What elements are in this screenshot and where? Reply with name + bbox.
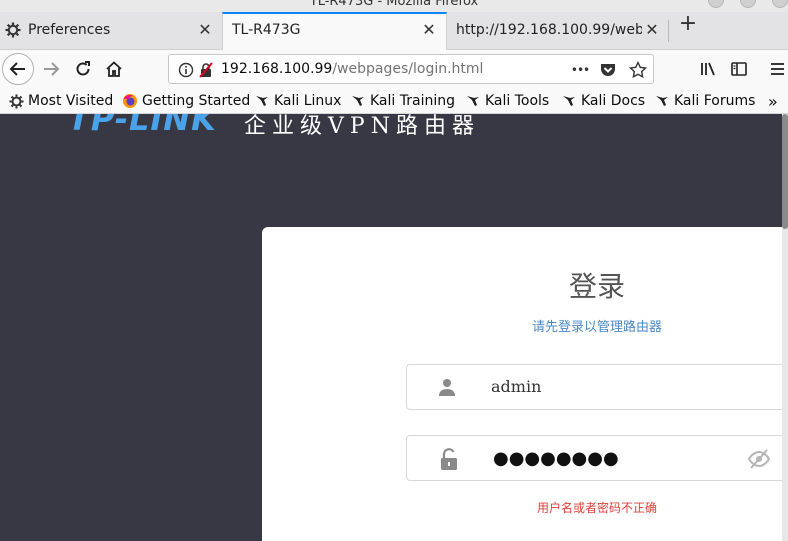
info-icon[interactable] (177, 61, 195, 79)
tab-webpages-url[interactable]: http://192.168.100.99/webp ✕ (447, 12, 669, 50)
window-titlebar: TL-R473G - Mozilla Firefox (0, 0, 788, 12)
bookmark-label: Getting Started (142, 93, 251, 109)
sidebar-icon (731, 62, 747, 76)
page-scrollbar[interactable] (782, 114, 788, 541)
page-actions-button[interactable]: ••• (571, 61, 590, 79)
gear-icon (5, 22, 23, 40)
login-subtitle: 请先登录以管理路由器 (531, 320, 662, 335)
back-button[interactable] (2, 53, 34, 85)
unlock-icon (440, 448, 460, 470)
forward-button[interactable] (36, 54, 66, 84)
menu-button[interactable] (762, 54, 788, 84)
kali-dragon-icon (465, 93, 481, 109)
bookmark-label: Kali Training (370, 93, 455, 109)
close-tab-icon[interactable]: ✕ (420, 21, 438, 39)
home-icon (106, 61, 122, 77)
bookmark-getting-started[interactable]: Getting Started (122, 91, 250, 111)
url-text[interactable]: 192.168.100.99/webpages/login.html (221, 61, 483, 77)
home-button[interactable] (99, 54, 129, 84)
sidebar-button[interactable] (724, 54, 754, 84)
brand-subtitle: 企业级VPN路由器 (244, 114, 480, 139)
url-bar[interactable]: 192.168.100.99/webpages/login.html ••• (168, 54, 654, 84)
tab-label: http://192.168.100.99/webp (456, 22, 642, 38)
tab-tl-r473g[interactable]: TL-R473G ✕ (222, 12, 447, 51)
bookmark-star-icon[interactable] (629, 61, 647, 79)
bookmark-kali-forums[interactable]: Kali Forums (654, 91, 755, 111)
reload-button[interactable] (68, 54, 98, 84)
bookmark-label: Kali Linux (274, 93, 342, 109)
bookmarks-overflow-button[interactable]: » (768, 91, 778, 111)
bookmark-label: Kali Tools (485, 93, 550, 109)
tab-label: Preferences (28, 22, 111, 38)
username-field[interactable]: admin (406, 364, 782, 410)
bookmark-kali-docs[interactable]: Kali Docs (561, 91, 645, 111)
login-card: 登录 请先登录以管理路由器 admin ●●●●●●●● 用户名或者密码不正确 (262, 227, 782, 541)
tab-separator (668, 20, 669, 42)
tab-preferences[interactable]: Preferences ✕ (0, 12, 222, 50)
bookmark-kali-linux[interactable]: Kali Linux (254, 91, 341, 111)
kali-dragon-icon (561, 93, 577, 109)
kali-dragon-icon (254, 93, 270, 109)
url-host: 192.168.100.99 (221, 61, 333, 77)
navigation-toolbar: 192.168.100.99/webpages/login.html ••• (0, 50, 788, 88)
close-tab-icon[interactable]: ✕ (643, 21, 661, 39)
library-button[interactable] (693, 54, 723, 84)
scrollbar-thumb[interactable] (782, 114, 788, 229)
bookmark-kali-training[interactable]: Kali Training (350, 91, 455, 111)
bookmarks-toolbar: Most Visited Getting Started Kali Linux … (0, 88, 788, 114)
bookmark-label: Kali Forums (674, 93, 756, 109)
reload-icon (76, 61, 90, 76)
bookmark-most-visited[interactable]: Most Visited (8, 91, 113, 111)
password-field[interactable]: ●●●●●●●● (406, 435, 782, 481)
login-title: 登录 (568, 270, 625, 303)
arrow-right-icon (44, 62, 60, 76)
bookmark-kali-tools[interactable]: Kali Tools (465, 91, 549, 111)
window-title: TL-R473G - Mozilla Firefox (309, 0, 479, 9)
gear-icon (8, 93, 24, 109)
hamburger-menu-icon (771, 63, 784, 75)
close-tab-icon[interactable]: ✕ (196, 21, 214, 39)
new-tab-button[interactable]: + (675, 12, 701, 38)
kali-dragon-icon (350, 93, 366, 109)
user-icon (437, 377, 457, 397)
url-path: /webpages/login.html (332, 61, 484, 77)
library-icon (701, 62, 715, 76)
hidden-eye-icon[interactable] (747, 448, 771, 470)
bookmark-label: Most Visited (28, 93, 114, 109)
tab-strip: Preferences ✕ TL-R473G ✕ http://192.168.… (0, 12, 788, 51)
login-error-message: 用户名或者密码不正确 (536, 501, 657, 515)
firefox-icon (122, 93, 138, 109)
insecure-lock-icon[interactable] (197, 61, 215, 79)
username-value: admin (491, 377, 542, 396)
pocket-icon[interactable] (599, 61, 617, 79)
bookmark-label: Kali Docs (581, 93, 646, 109)
password-value: ●●●●●●●● (493, 448, 619, 469)
page-content: TP-LINK 企业级VPN路由器 登录 请先登录以管理路由器 admin ●●… (0, 114, 782, 541)
arrow-left-icon (9, 62, 25, 76)
kali-dragon-icon (654, 93, 670, 109)
tab-label: TL-R473G (232, 22, 301, 38)
tp-link-logo: TP-LINK (68, 114, 217, 138)
